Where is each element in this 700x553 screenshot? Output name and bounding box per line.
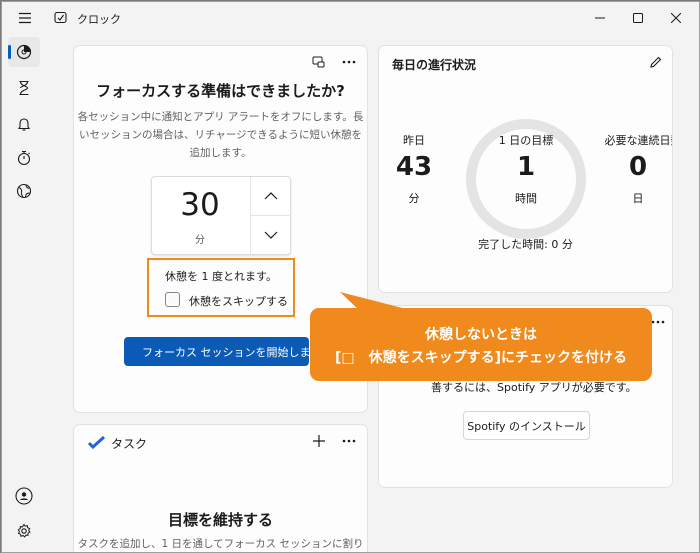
- duration-minutes: 30: [180, 187, 220, 223]
- streak-unit: 日: [632, 192, 644, 205]
- stopwatch-icon: [17, 150, 31, 166]
- maximize-icon: [633, 13, 643, 23]
- spotify-description: 善するには、Spotify アプリが必要です。: [431, 381, 637, 394]
- completed-time: 完了した時間: 0 分: [478, 238, 573, 251]
- nav-focus-session[interactable]: [8, 37, 40, 67]
- account-icon: [15, 487, 33, 505]
- nav-world-clock[interactable]: [8, 176, 40, 206]
- duration-picker[interactable]: 30 分: [151, 176, 291, 255]
- yesterday-unit: 分: [408, 192, 420, 205]
- increase-duration-button[interactable]: [250, 177, 291, 215]
- focus-description: 各セッション中に通知とアプリ アラートをオフにします。長 いセッションの場合は、…: [74, 108, 367, 162]
- start-button-label: フォーカス セッションを開始します: [142, 345, 309, 359]
- annotation-callout: 休憩しないときは [□ 休憩をスキップする]にチェックを付ける: [310, 308, 652, 381]
- compact-overlay-icon[interactable]: [307, 51, 329, 73]
- nav-settings[interactable]: [8, 516, 40, 546]
- app-title: クロック: [77, 13, 121, 26]
- bell-icon: [17, 118, 31, 131]
- clock-window: クロック フォーカスする準備はできましたか? 各セッション中に通知とアプリ アラ…: [1, 1, 700, 553]
- hourglass-icon: [19, 80, 29, 96]
- tasks-more-options-icon[interactable]: [338, 430, 360, 452]
- streak-value: 0: [628, 152, 648, 182]
- focus-heading: フォーカスする準備はできましたか?: [96, 82, 345, 100]
- annotation-highlight-box: 休憩を 1 度とれます。 休憩をスキップする: [147, 258, 295, 317]
- close-button[interactable]: [653, 2, 699, 34]
- chevron-up-icon: [264, 192, 278, 200]
- decrease-duration-button[interactable]: [250, 215, 291, 254]
- nav-alarm[interactable]: [8, 109, 40, 139]
- hamburger-menu-icon[interactable]: [2, 2, 48, 34]
- chevron-down-icon: [264, 231, 278, 239]
- start-focus-session-button[interactable]: フォーカス セッションを開始します: [124, 337, 309, 366]
- spotify-install-button[interactable]: Spotify のインストール: [463, 411, 590, 440]
- yesterday-value: 43: [395, 152, 433, 182]
- focus-description-line: 各セッション中に通知とアプリ アラートをオフにします。長: [77, 111, 364, 123]
- title-bar: クロック: [2, 2, 699, 34]
- focus-icon: [16, 44, 32, 60]
- daily-progress-title: 毎日の進行状況: [392, 58, 477, 72]
- close-icon: [671, 13, 681, 23]
- break-count-text: 休憩を 1 度とれます。: [165, 270, 277, 283]
- edit-icon[interactable]: [644, 51, 666, 73]
- callout-line: 休憩しないときは: [425, 327, 537, 343]
- focus-description-line: いセッションの場合は、リチャージできるように短い休憩を: [79, 129, 362, 141]
- goal-unit: 時間: [515, 192, 537, 205]
- skip-break-checkbox[interactable]: [165, 292, 180, 307]
- tasks-title: タスク: [111, 437, 148, 451]
- callout-line: [□ 休憩をスキップする]にチェックを付ける: [334, 350, 628, 366]
- todo-check-icon: [88, 436, 105, 449]
- nav-timer[interactable]: [8, 73, 40, 103]
- tasks-card: タスク 目標を維持する タスクを追加し、1 日を通してフォーカス セッションに割…: [73, 424, 368, 552]
- selection-indicator: [8, 45, 11, 59]
- skip-break-label[interactable]: 休憩をスキップする: [189, 293, 288, 309]
- tasks-heading: 目標を維持する: [167, 511, 273, 529]
- add-task-icon[interactable]: [308, 430, 330, 452]
- daily-progress-card: 毎日の進行状況 昨日 43 分 1 日の目標 1 時間 必要な連続日数 0 日 …: [378, 45, 673, 293]
- more-options-icon[interactable]: [338, 51, 360, 73]
- goal-value: 1: [516, 152, 536, 182]
- minimize-icon: [595, 17, 605, 19]
- streak-label: 必要な連続日数: [604, 134, 673, 147]
- focus-description-line: 追加します。: [189, 147, 252, 159]
- clock-app-icon: [54, 11, 67, 24]
- nav-stopwatch[interactable]: [8, 143, 40, 173]
- goal-label: 1 日の目標: [498, 134, 554, 147]
- nav-account[interactable]: [8, 481, 40, 511]
- duration-unit: 分: [195, 235, 205, 246]
- globe-icon: [16, 183, 32, 199]
- tasks-description: タスクを追加し、1 日を通してフォーカス セッションに割り: [77, 538, 364, 550]
- gear-icon: [17, 523, 31, 538]
- yesterday-label: 昨日: [403, 134, 425, 147]
- navigation-pane: [2, 34, 48, 552]
